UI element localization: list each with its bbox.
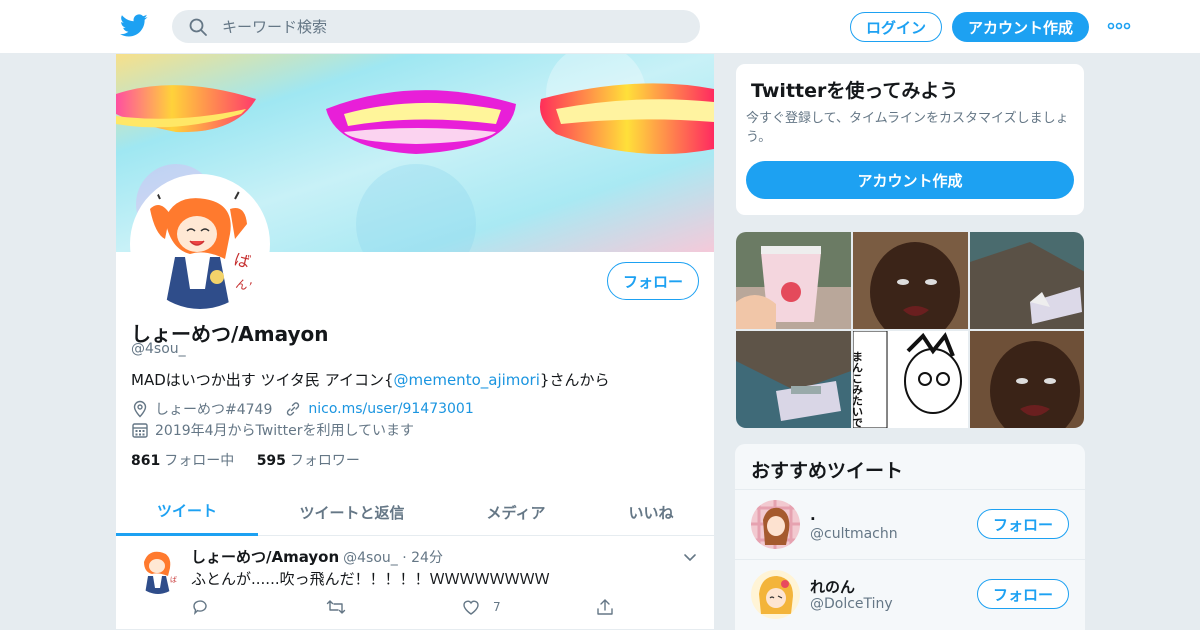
more-options-icon[interactable] bbox=[1107, 18, 1131, 34]
following-stat[interactable]: 861 フォロー中 bbox=[131, 453, 234, 469]
recommended-tweets-card: おすすめツイート . @cultmachn フォロー れのん @DolceTin… bbox=[735, 444, 1085, 630]
profile-stats: 861 フォロー中 595 フォロワー bbox=[131, 450, 360, 470]
tweet-author-handle[interactable]: @4sou_ bbox=[343, 550, 398, 566]
share-action[interactable] bbox=[596, 598, 614, 616]
media-thumbnail[interactable] bbox=[736, 232, 851, 329]
media-thumbnail[interactable] bbox=[970, 232, 1084, 329]
link-icon bbox=[287, 402, 300, 416]
signup-card-title: Twitterを使ってみよう bbox=[751, 80, 959, 102]
profile-location: しょーめつ#4749 bbox=[155, 402, 273, 418]
recommended-title: おすすめツイート bbox=[751, 460, 904, 482]
tweet-timestamp[interactable]: 24分 bbox=[411, 550, 443, 566]
calendar-icon bbox=[132, 423, 148, 438]
tweet-author-name[interactable]: しょーめつ/Amayon bbox=[191, 548, 339, 566]
profile-column: ば ん! フォロー しょーめつ/Amayon @4sou_ MADはいつか出す … bbox=[116, 54, 714, 630]
profile-bio: MADはいつか出す ツイタ民 アイコン{@memento_ajimori}さんか… bbox=[131, 369, 609, 390]
recommended-avatar[interactable] bbox=[751, 570, 800, 619]
twitter-bird-icon[interactable] bbox=[120, 14, 148, 38]
tweet-author-avatar[interactable]: ば bbox=[134, 546, 182, 594]
search-input[interactable] bbox=[222, 10, 682, 43]
tab-media[interactable]: メディア bbox=[456, 488, 576, 536]
recommended-avatar[interactable] bbox=[751, 500, 800, 549]
follow-button[interactable]: フォロー bbox=[607, 262, 699, 300]
media-thumbnail[interactable] bbox=[970, 331, 1084, 428]
recommended-name[interactable]: . bbox=[810, 506, 816, 524]
search-icon bbox=[189, 18, 207, 36]
avatar-illustration-icon: ば ん! bbox=[135, 179, 265, 309]
manga-speech-text: まんこみたいです！ bbox=[853, 351, 864, 428]
recommended-follow-button[interactable]: フォロー bbox=[977, 509, 1069, 539]
profile-avatar[interactable]: ば ん! bbox=[130, 174, 270, 314]
bio-text-suffix: }さんから bbox=[539, 371, 610, 389]
like-action[interactable]: 7 bbox=[461, 598, 501, 616]
recommended-name[interactable]: れのん bbox=[810, 576, 855, 597]
profile-joined-row: 2019年4月からTwitterを利用しています bbox=[131, 420, 414, 440]
tab-likes[interactable]: いいね bbox=[606, 488, 696, 536]
profile-tabs: ツイート ツイートと返信 メディア いいね bbox=[116, 488, 714, 536]
media-thumbnail-grid: まんこみたいです！ bbox=[736, 232, 1084, 428]
recommended-account[interactable]: れのん @DolceTiny フォロー bbox=[735, 559, 1085, 629]
media-thumbnail[interactable]: まんこみたいです！ bbox=[853, 331, 968, 428]
following-count: 861 bbox=[131, 453, 161, 469]
signup-card-description: 今すぐ登録して、タイムラインをカスタマイズしましょう。 bbox=[746, 111, 1069, 145]
signup-promo-card: Twitterを使ってみよう 今すぐ登録して、タイムラインをカスタマイズしましょ… bbox=[735, 63, 1085, 216]
retweet-action[interactable] bbox=[326, 598, 346, 616]
chevron-down-icon[interactable] bbox=[683, 550, 697, 564]
profile-meta-row: しょーめつ#4749 nico.ms/user/91473001 bbox=[131, 399, 474, 419]
login-button[interactable]: ログイン bbox=[850, 12, 942, 42]
bio-mention-link[interactable]: @memento_ajimori bbox=[394, 371, 540, 389]
signup-card-button[interactable]: アカウント作成 bbox=[746, 161, 1074, 199]
tab-tweets-and-replies[interactable]: ツイートと返信 bbox=[278, 488, 426, 536]
reply-icon bbox=[193, 600, 207, 615]
profile-handle[interactable]: @4sou_ bbox=[131, 341, 186, 357]
location-icon bbox=[133, 400, 147, 418]
tab-tweets[interactable]: ツイート bbox=[116, 488, 258, 536]
heart-icon bbox=[463, 600, 479, 615]
tweet-header: しょーめつ/Amayon @4sou_ · 24分 bbox=[191, 548, 443, 566]
bio-text-prefix: MADはいつか出す ツイタ民 アイコン{ bbox=[131, 371, 394, 389]
recommended-handle[interactable]: @cultmachn bbox=[810, 526, 898, 542]
signup-button[interactable]: アカウント作成 bbox=[952, 12, 1089, 42]
profile-joined-date: 2019年4月からTwitterを利用しています bbox=[155, 423, 415, 439]
media-thumbnail[interactable] bbox=[736, 331, 851, 428]
top-navigation-bar: ログイン アカウント作成 bbox=[0, 0, 1200, 54]
media-thumbnail[interactable] bbox=[853, 232, 968, 329]
avatar-illustration-icon: ば bbox=[134, 546, 182, 594]
share-icon bbox=[597, 599, 613, 615]
followers-count: 595 bbox=[256, 453, 286, 469]
following-label: フォロー中 bbox=[164, 453, 235, 469]
tweet-item[interactable]: ば しょーめつ/Amayon @4sou_ · 24分 ふとんが......吹っ飛… bbox=[116, 536, 714, 630]
search-bar bbox=[172, 10, 700, 43]
svg-text:ば: ば bbox=[170, 575, 177, 584]
recommended-handle[interactable]: @DolceTiny bbox=[810, 596, 893, 612]
profile-website-link[interactable]: nico.ms/user/91473001 bbox=[308, 401, 473, 417]
like-count: 7 bbox=[493, 600, 501, 614]
followers-stat[interactable]: 595 フォロワー bbox=[257, 453, 360, 469]
followers-label: フォロワー bbox=[289, 453, 360, 469]
retweet-icon bbox=[326, 600, 346, 614]
tweet-text: ふとんが......吹っ飛んだ！！！！！ＷＷＷＷＷＷＷＷ bbox=[191, 570, 550, 588]
recommended-account[interactable]: . @cultmachn フォロー bbox=[735, 489, 1085, 559]
reply-action[interactable] bbox=[191, 598, 209, 616]
recommended-follow-button[interactable]: フォロー bbox=[977, 579, 1069, 609]
